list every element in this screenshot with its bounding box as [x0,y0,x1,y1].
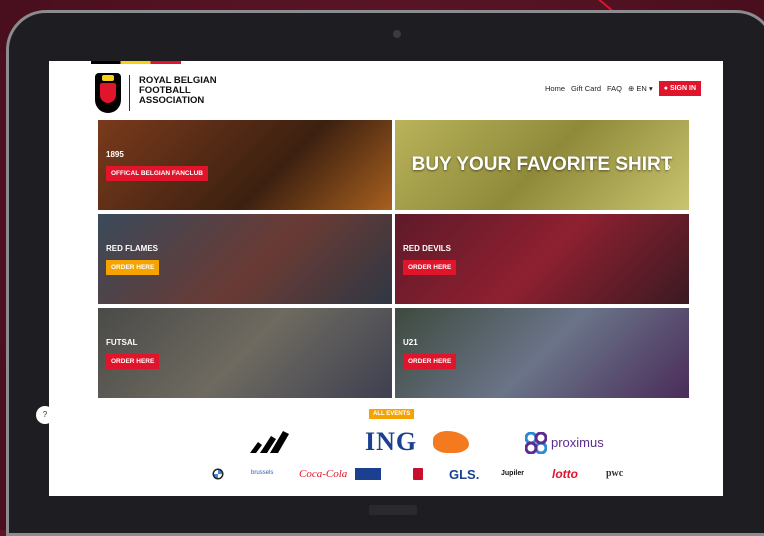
nav-gift-card[interactable]: Gift Card [571,84,601,93]
ing-lion-icon [433,431,469,453]
globe-icon: ⊕ [628,84,635,93]
pwc-logo[interactable]: pwc [606,468,623,479]
promo-headline: BUY YOUR FAVORITE SHIRT [411,154,673,175]
tablet-home-indicator [369,505,417,515]
coca-cola-logo[interactable]: Coca-Cola [299,468,347,480]
tile-red-devils[interactable]: RED DEVILS ORDER HERE [395,214,689,304]
camera-icon [393,30,401,38]
brussels-logo[interactable]: brussels [251,470,273,476]
proximus-logo[interactable]: proximus [551,435,604,450]
nav-home[interactable]: Home [545,84,565,93]
bmw-logo[interactable] [212,468,224,480]
tile-shirt-promo[interactable]: ‹ BUY YOUR FAVORITE SHIRT › [395,120,689,210]
top-nav: Home Gift Card FAQ ⊕ EN ▾ ● SIGN IN [545,81,701,96]
caret-down-icon: ▾ [648,84,653,93]
red-devils-order-button[interactable]: ORDER HERE [403,260,457,275]
user-icon: ● [663,85,668,92]
tablet-frame: ROYAL BELGIAN FOOTBALL ASSOCIATION Home … [6,10,764,536]
lotto-logo[interactable]: lotto [552,467,578,481]
futsal-order-button[interactable]: ORDER HERE [106,354,160,369]
sign-in-button[interactable]: ● SIGN IN [658,81,701,96]
language-selector[interactable]: ⊕ EN ▾ [628,84,653,93]
federal-logo[interactable] [355,468,381,480]
chevron-right-icon[interactable]: › [666,158,671,174]
tile-red-flames[interactable]: RED FLAMES ORDER HERE [98,214,392,304]
u21-order-button[interactable]: ORDER HERE [403,354,457,369]
secondary-sponsors: brussels Coca-Cola GLS. Jupiler lotto pw… [49,466,723,486]
rbfa-crest-logo[interactable] [95,73,121,113]
nav-faq[interactable]: FAQ [607,84,622,93]
main-sponsors: ING proximus [49,427,723,457]
help-bubble-icon[interactable]: ? [36,406,54,424]
adidas-logo[interactable] [246,431,290,453]
chevron-left-icon[interactable]: ‹ [413,158,418,174]
org-name[interactable]: ROYAL BELGIAN FOOTBALL ASSOCIATION [139,76,229,106]
ing-logo[interactable]: ING [365,427,417,457]
browser-screen: ROYAL BELGIAN FOOTBALL ASSOCIATION Home … [49,61,723,496]
belgian-flag-stripe [91,61,181,64]
header-divider [129,75,130,111]
tile-fanclub[interactable]: 1895 OFFICAL BELGIAN FANCLUB [98,120,392,210]
all-events-button[interactable]: ALL EVENTS [369,409,415,419]
fanclub-button[interactable]: OFFICAL BELGIAN FANCLUB [106,166,208,181]
proximus-icon [525,432,547,454]
tile-futsal[interactable]: FUTSAL ORDER HERE [98,308,392,398]
site-header: ROYAL BELGIAN FOOTBALL ASSOCIATION Home … [49,69,723,119]
tile-u21[interactable]: U21 ORDER HERE [395,308,689,398]
jupiler-logo[interactable]: Jupiler [501,470,524,477]
gls-logo[interactable]: GLS. [449,467,479,482]
crest-sponsor-logo[interactable] [413,468,423,480]
red-flames-order-button[interactable]: ORDER HERE [106,260,160,275]
